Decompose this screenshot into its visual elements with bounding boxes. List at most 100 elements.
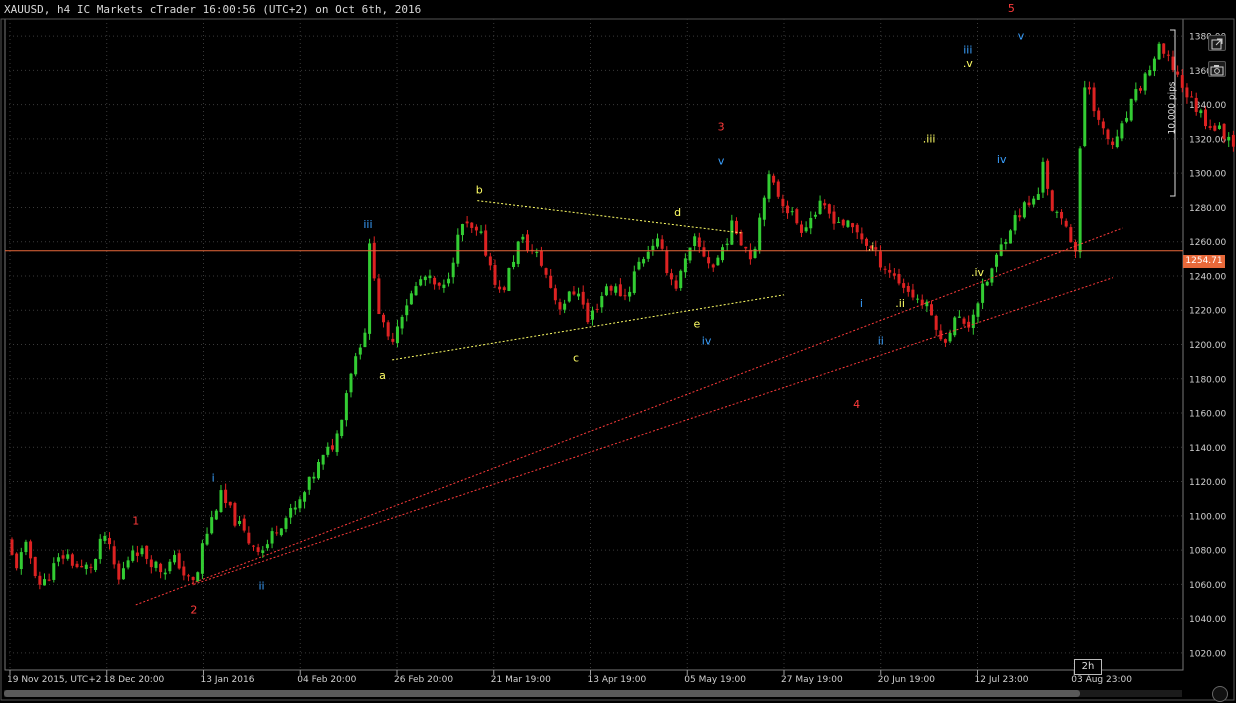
candle-body xyxy=(131,550,135,561)
candle-body xyxy=(1046,160,1050,189)
candle-body xyxy=(270,531,274,544)
candle-body xyxy=(1032,198,1036,205)
candle-body xyxy=(1069,227,1073,243)
scroll-end-button[interactable] xyxy=(1212,686,1228,702)
wave-label: 5 xyxy=(1008,2,1015,15)
candle-body xyxy=(354,356,358,375)
current-price-tag: 1254.71 xyxy=(1183,255,1225,268)
candle-body xyxy=(688,247,692,261)
candle-body xyxy=(637,261,641,270)
candle-body xyxy=(247,532,251,544)
y-tick-label: 1180.00 xyxy=(1189,375,1226,385)
candle-body xyxy=(646,251,650,259)
candle-body xyxy=(321,454,325,465)
candle-body xyxy=(284,518,288,529)
candle-body xyxy=(94,559,98,570)
candle-body xyxy=(679,270,683,289)
candle-body xyxy=(971,314,975,329)
scrollbar-thumb[interactable] xyxy=(4,690,1080,697)
candle-body xyxy=(233,503,237,526)
y-tick-label: 1280.00 xyxy=(1189,204,1226,214)
timeframe-badge[interactable]: 2h xyxy=(1074,659,1102,675)
candle-body xyxy=(799,224,803,233)
candle-body xyxy=(786,205,790,214)
wave-label: v xyxy=(718,155,725,168)
candle-body xyxy=(697,237,701,247)
candle-body xyxy=(1190,96,1194,98)
candle-body xyxy=(460,224,464,236)
candle-body xyxy=(103,535,107,541)
price-chart[interactable]: 1020.00 1040.00 1060.00 1080.00 1100.00 1120.… xyxy=(0,0,1236,703)
candle-body xyxy=(80,565,84,568)
candle-body xyxy=(516,241,520,264)
wave-label: 3 xyxy=(718,120,725,133)
candle-body xyxy=(762,197,766,220)
candle-body xyxy=(1055,211,1059,213)
candle-body xyxy=(1022,202,1026,218)
candle-body xyxy=(781,198,785,207)
candle-body xyxy=(716,257,720,266)
candle-body xyxy=(1101,121,1105,129)
candle-body xyxy=(307,476,311,490)
candle-body xyxy=(312,476,316,479)
candle-body xyxy=(1138,88,1142,91)
x-tick-label: 12 Jul 23:00 xyxy=(975,675,1029,685)
candle-body xyxy=(1222,123,1226,140)
candle-body xyxy=(265,544,269,549)
candle-body xyxy=(24,541,28,553)
candle-body xyxy=(442,284,446,288)
candle-body xyxy=(851,223,855,228)
candle-body xyxy=(168,561,172,572)
candle-body xyxy=(916,298,920,300)
x-tick-label: 19 Nov 2015, UTC+2 xyxy=(7,675,101,685)
screenshot-button[interactable] xyxy=(1208,61,1226,77)
candle-body xyxy=(493,265,497,285)
candle-body xyxy=(256,547,260,552)
candle-body xyxy=(163,572,167,575)
candle-body xyxy=(591,310,594,320)
candle-body xyxy=(1231,134,1235,147)
candle-body xyxy=(707,257,711,264)
candle-body xyxy=(1041,161,1045,193)
y-tick-label: 1320.00 xyxy=(1189,135,1226,145)
x-tick-label: 04 Feb 20:00 xyxy=(297,675,356,685)
candle-body xyxy=(465,221,469,224)
candle-body xyxy=(154,561,158,568)
x-tick-label: 05 May 19:00 xyxy=(684,675,746,685)
candle-body xyxy=(618,284,622,297)
candle-body xyxy=(182,566,186,576)
popout-button[interactable] xyxy=(1208,35,1226,51)
candle-body xyxy=(484,230,488,256)
wave-label: .i xyxy=(868,240,875,253)
y-tick-label: 1060.00 xyxy=(1189,581,1226,591)
candle-body xyxy=(1027,202,1031,206)
candle-body xyxy=(19,552,23,570)
candle-body xyxy=(823,203,827,206)
candle-body xyxy=(414,286,418,296)
candle-body xyxy=(1078,148,1082,253)
candle-body xyxy=(89,566,93,568)
candle-body xyxy=(10,539,14,555)
y-tick-label: 1340.00 xyxy=(1189,101,1226,111)
candle-body xyxy=(874,247,878,250)
candle-body xyxy=(38,575,42,585)
candle-body xyxy=(818,200,822,214)
candle-body xyxy=(61,555,65,559)
candle-body xyxy=(293,507,297,510)
candle-body xyxy=(1171,56,1175,70)
candle-body xyxy=(948,332,952,342)
wave-label: a xyxy=(379,369,386,382)
candle-body xyxy=(1111,141,1115,146)
candle-body xyxy=(1213,125,1217,131)
candle-body xyxy=(1143,73,1147,91)
candle-body xyxy=(837,221,841,223)
candle-body xyxy=(772,175,776,183)
wave-label: 1 xyxy=(132,514,139,527)
wave-label: i xyxy=(212,472,215,485)
measure-pips-label: 10,000 pips xyxy=(1167,81,1178,135)
candle-body xyxy=(219,490,223,513)
candle-body xyxy=(135,552,139,556)
candle-body xyxy=(173,554,177,563)
candle-body xyxy=(238,521,242,524)
candle-body xyxy=(804,227,808,232)
